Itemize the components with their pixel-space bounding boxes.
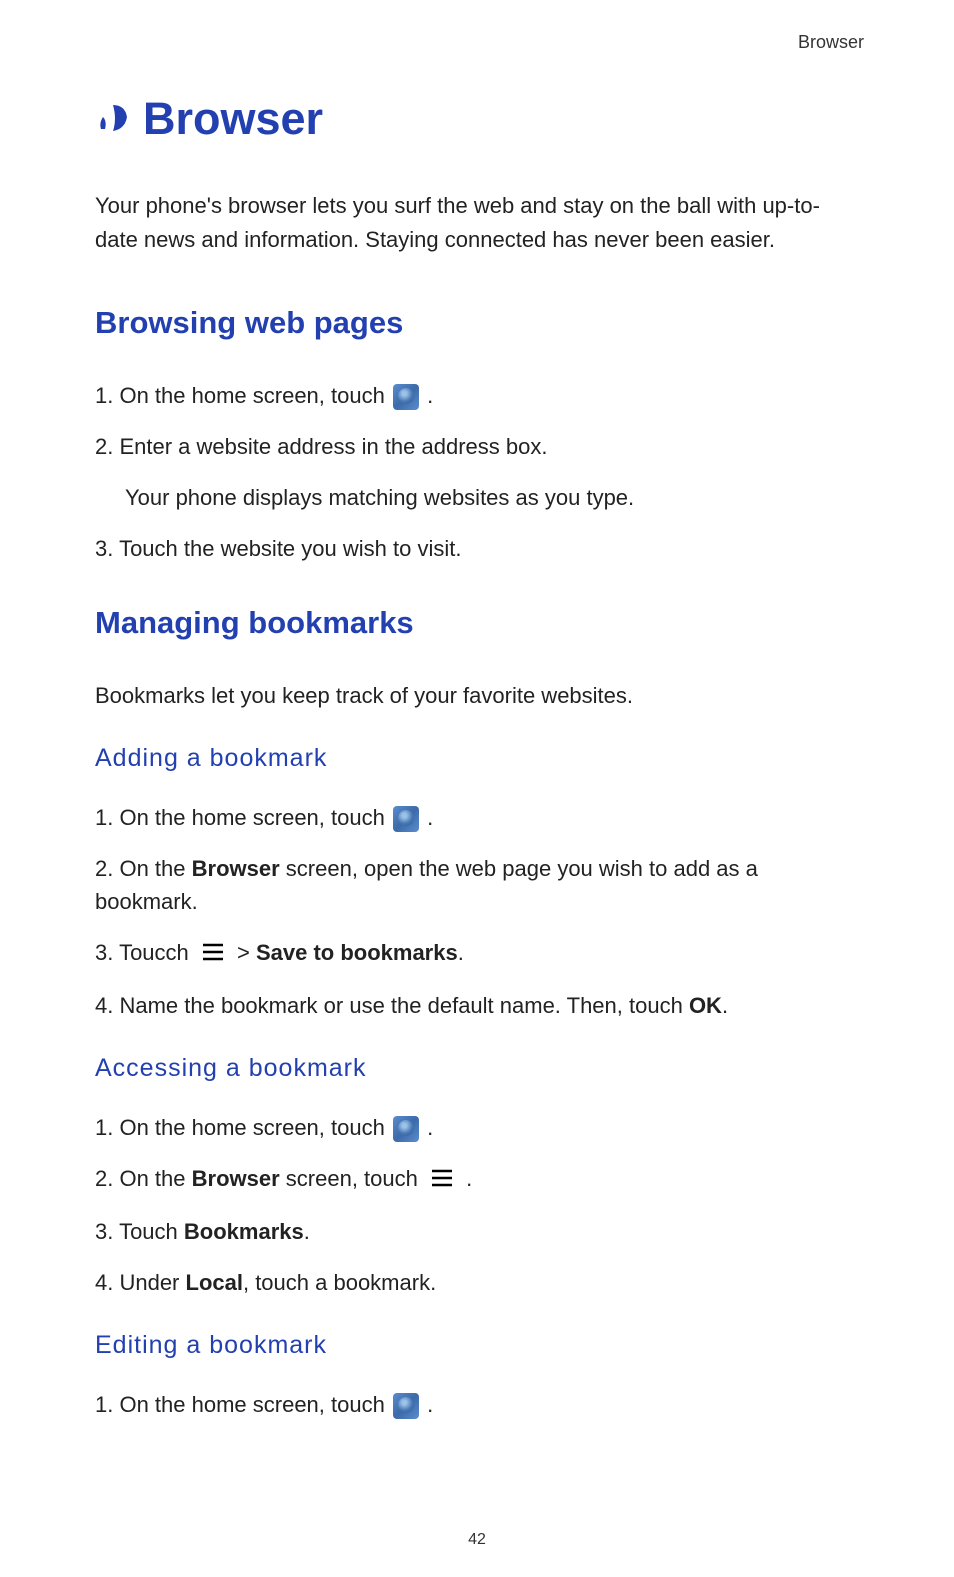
adding-step-4: 4. Name the bookmark or use the default …: [95, 989, 859, 1022]
browser-globe-icon: [393, 384, 419, 410]
menu-icon: [430, 1164, 454, 1197]
browsing-step-1: 1. On the home screen, touch .: [95, 379, 859, 412]
intro-text: Your phone's browser lets you surf the w…: [95, 189, 859, 257]
step-text: , touch a bookmark.: [243, 1270, 436, 1295]
step-bold: Local: [186, 1270, 243, 1295]
browsing-step-2-sub: Your phone displays matching websites as…: [125, 481, 859, 514]
browser-globe-icon: [393, 806, 419, 832]
step-bold: Browser: [192, 1166, 280, 1191]
step-text: .: [722, 993, 728, 1018]
accessing-step-4: 4. Under Local, touch a bookmark.: [95, 1266, 859, 1299]
step-text: 1. On the home screen, touch: [95, 1115, 391, 1140]
section-heading-browsing: Browsing web pages: [95, 305, 859, 341]
step-text: 1. On the home screen, touch: [95, 383, 391, 408]
page-header-label: Browser: [0, 0, 954, 53]
accessing-step-2: 2. On the Browser screen, touch .: [95, 1162, 859, 1197]
page-title: Browser: [143, 93, 323, 145]
step-text: .: [421, 383, 433, 408]
section-heading-managing: Managing bookmarks: [95, 605, 859, 641]
browser-globe-icon: [393, 1393, 419, 1419]
adding-step-2: 2. On the Browser screen, open the web p…: [95, 852, 859, 918]
step-bold: Bookmarks: [184, 1219, 304, 1244]
menu-icon: [201, 938, 225, 971]
step-text: 4. Name the bookmark or use the default …: [95, 993, 689, 1018]
step-bold: Save to bookmarks: [256, 940, 458, 965]
subsection-heading-accessing: Accessing a bookmark: [95, 1054, 859, 1083]
step-bold: OK: [689, 993, 722, 1018]
adding-step-1: 1. On the home screen, touch .: [95, 801, 859, 834]
step-text: .: [421, 1392, 433, 1417]
step-bold: Browser: [192, 856, 280, 881]
step-text: 2. On the: [95, 1166, 192, 1191]
adding-step-3: 3. Toucch > Save to bookmarks.: [95, 936, 859, 971]
accessing-step-3: 3. Touch Bookmarks.: [95, 1215, 859, 1248]
step-text: .: [458, 940, 464, 965]
step-text: screen, touch: [280, 1166, 424, 1191]
browser-globe-icon: [393, 1116, 419, 1142]
subsection-heading-adding: Adding a bookmark: [95, 744, 859, 773]
managing-intro: Bookmarks let you keep track of your fav…: [95, 679, 859, 712]
browsing-step-3: 3. Touch the website you wish to visit.: [95, 532, 859, 565]
step-text: 2. On the: [95, 856, 192, 881]
step-text: 4. Under: [95, 1270, 186, 1295]
step-text: 3. Touch: [95, 1219, 184, 1244]
browsing-step-2: 2. Enter a website address in the addres…: [95, 430, 859, 463]
step-text: .: [421, 805, 433, 830]
step-text: .: [304, 1219, 310, 1244]
subsection-heading-editing: Editing a bookmark: [95, 1331, 859, 1360]
step-text: .: [460, 1166, 472, 1191]
page-number: 42: [0, 1531, 954, 1549]
editing-step-1: 1. On the home screen, touch .: [95, 1388, 859, 1421]
browser-app-icon: [95, 99, 131, 140]
step-text: 3. Toucch: [95, 940, 195, 965]
page-content: Browser Your phone's browser lets you su…: [0, 53, 954, 1421]
browsing-steps: 1. On the home screen, touch . 2. Enter …: [95, 379, 859, 565]
title-row: Browser: [95, 93, 859, 145]
step-text: >: [231, 940, 256, 965]
accessing-step-1: 1. On the home screen, touch .: [95, 1111, 859, 1144]
step-text: .: [421, 1115, 433, 1140]
step-text: 1. On the home screen, touch: [95, 1392, 391, 1417]
step-text: 1. On the home screen, touch: [95, 805, 391, 830]
